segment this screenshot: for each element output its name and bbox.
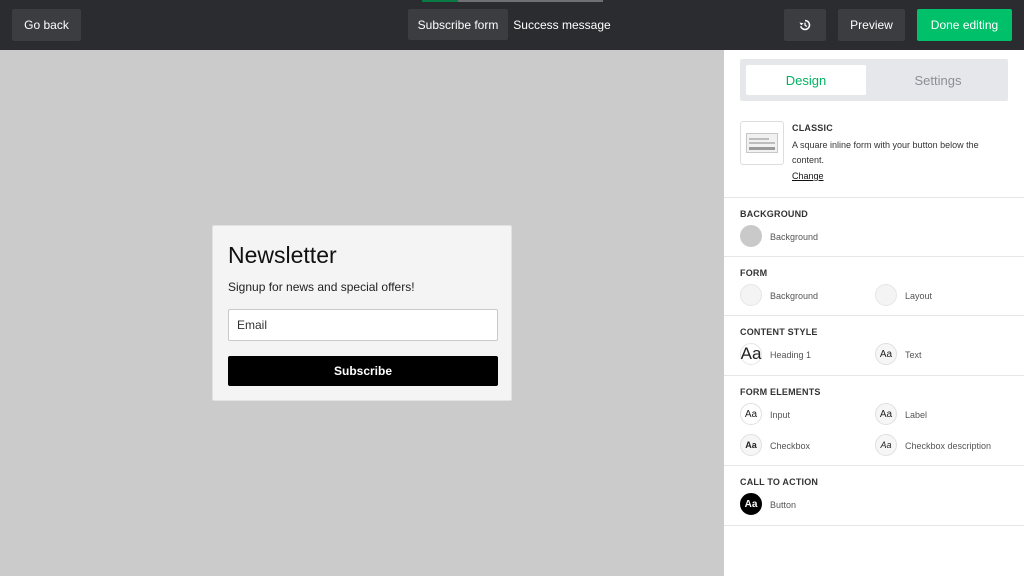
- checkbox-style-label[interactable]: Checkbox: [770, 441, 810, 451]
- tab-design[interactable]: Design: [746, 65, 866, 95]
- checkbox-description-label[interactable]: Checkbox description: [905, 441, 991, 451]
- form-background-swatch[interactable]: [740, 284, 762, 306]
- divider: [724, 197, 1024, 198]
- tab-success-message[interactable]: Success message: [512, 9, 612, 40]
- label-style-label[interactable]: Label: [905, 410, 927, 420]
- heading-style-label[interactable]: Heading 1: [770, 350, 811, 360]
- divider: [724, 315, 1024, 316]
- text-style-icon[interactable]: Aa: [875, 343, 897, 365]
- checkbox-style-icon[interactable]: Aa: [740, 434, 762, 456]
- preview-button[interactable]: Preview: [838, 9, 905, 41]
- background-color-swatch[interactable]: [740, 225, 762, 247]
- form-layout-label[interactable]: Layout: [905, 291, 932, 301]
- form-section-title: FORM: [740, 268, 768, 278]
- sidebar-tabs: Design Settings: [740, 59, 1008, 101]
- input-style-icon[interactable]: Aa: [740, 403, 762, 425]
- thumb-line: [749, 138, 769, 140]
- button-style-label[interactable]: Button: [770, 500, 796, 510]
- tab-settings[interactable]: Settings: [874, 65, 1002, 95]
- form-subtitle[interactable]: Signup for news and special offers!: [228, 280, 415, 294]
- subscribe-tab-indicator: [422, 0, 458, 2]
- change-template-link[interactable]: Change: [792, 171, 824, 181]
- form-layout-swatch[interactable]: [875, 284, 897, 306]
- label-style-icon[interactable]: Aa: [875, 403, 897, 425]
- thumb-line: [749, 142, 775, 144]
- design-sidebar: Design Settings CLASSIC A square inline …: [724, 50, 1024, 576]
- form-canvas: Newsletter Signup for news and special o…: [0, 50, 724, 576]
- top-bar: Go back Subscribe form Success message P…: [0, 0, 1024, 50]
- tab-subscribe-form[interactable]: Subscribe form: [408, 9, 508, 40]
- content-style-title: CONTENT STYLE: [740, 327, 818, 337]
- done-editing-button[interactable]: Done editing: [917, 9, 1012, 41]
- divider: [724, 375, 1024, 376]
- history-button[interactable]: [784, 9, 826, 41]
- go-back-button[interactable]: Go back: [12, 9, 81, 41]
- divider: [724, 525, 1024, 526]
- template-thumbnail[interactable]: [740, 121, 784, 165]
- email-input[interactable]: Email: [228, 309, 498, 341]
- heading-style-icon[interactable]: Aa: [740, 343, 762, 365]
- button-style-icon[interactable]: Aa: [740, 493, 762, 515]
- thumb-button: [749, 147, 775, 150]
- cta-title: CALL TO ACTION: [740, 477, 819, 487]
- form-heading[interactable]: Newsletter: [228, 242, 337, 269]
- template-description: A square inline form with your button be…: [792, 140, 979, 165]
- divider: [724, 256, 1024, 257]
- background-section-title: BACKGROUND: [740, 209, 808, 219]
- form-elements-title: FORM ELEMENTS: [740, 387, 821, 397]
- checkbox-description-icon[interactable]: Aa: [875, 434, 897, 456]
- progress-indicator: [458, 0, 603, 2]
- subscribe-button[interactable]: Subscribe: [228, 356, 498, 386]
- divider: [724, 465, 1024, 466]
- input-style-label[interactable]: Input: [770, 410, 790, 420]
- history-icon: [799, 19, 811, 31]
- form-background-label[interactable]: Background: [770, 291, 818, 301]
- template-name: CLASSIC: [792, 123, 833, 133]
- background-label[interactable]: Background: [770, 232, 818, 242]
- text-style-label[interactable]: Text: [905, 350, 922, 360]
- newsletter-form[interactable]: Newsletter Signup for news and special o…: [212, 225, 512, 401]
